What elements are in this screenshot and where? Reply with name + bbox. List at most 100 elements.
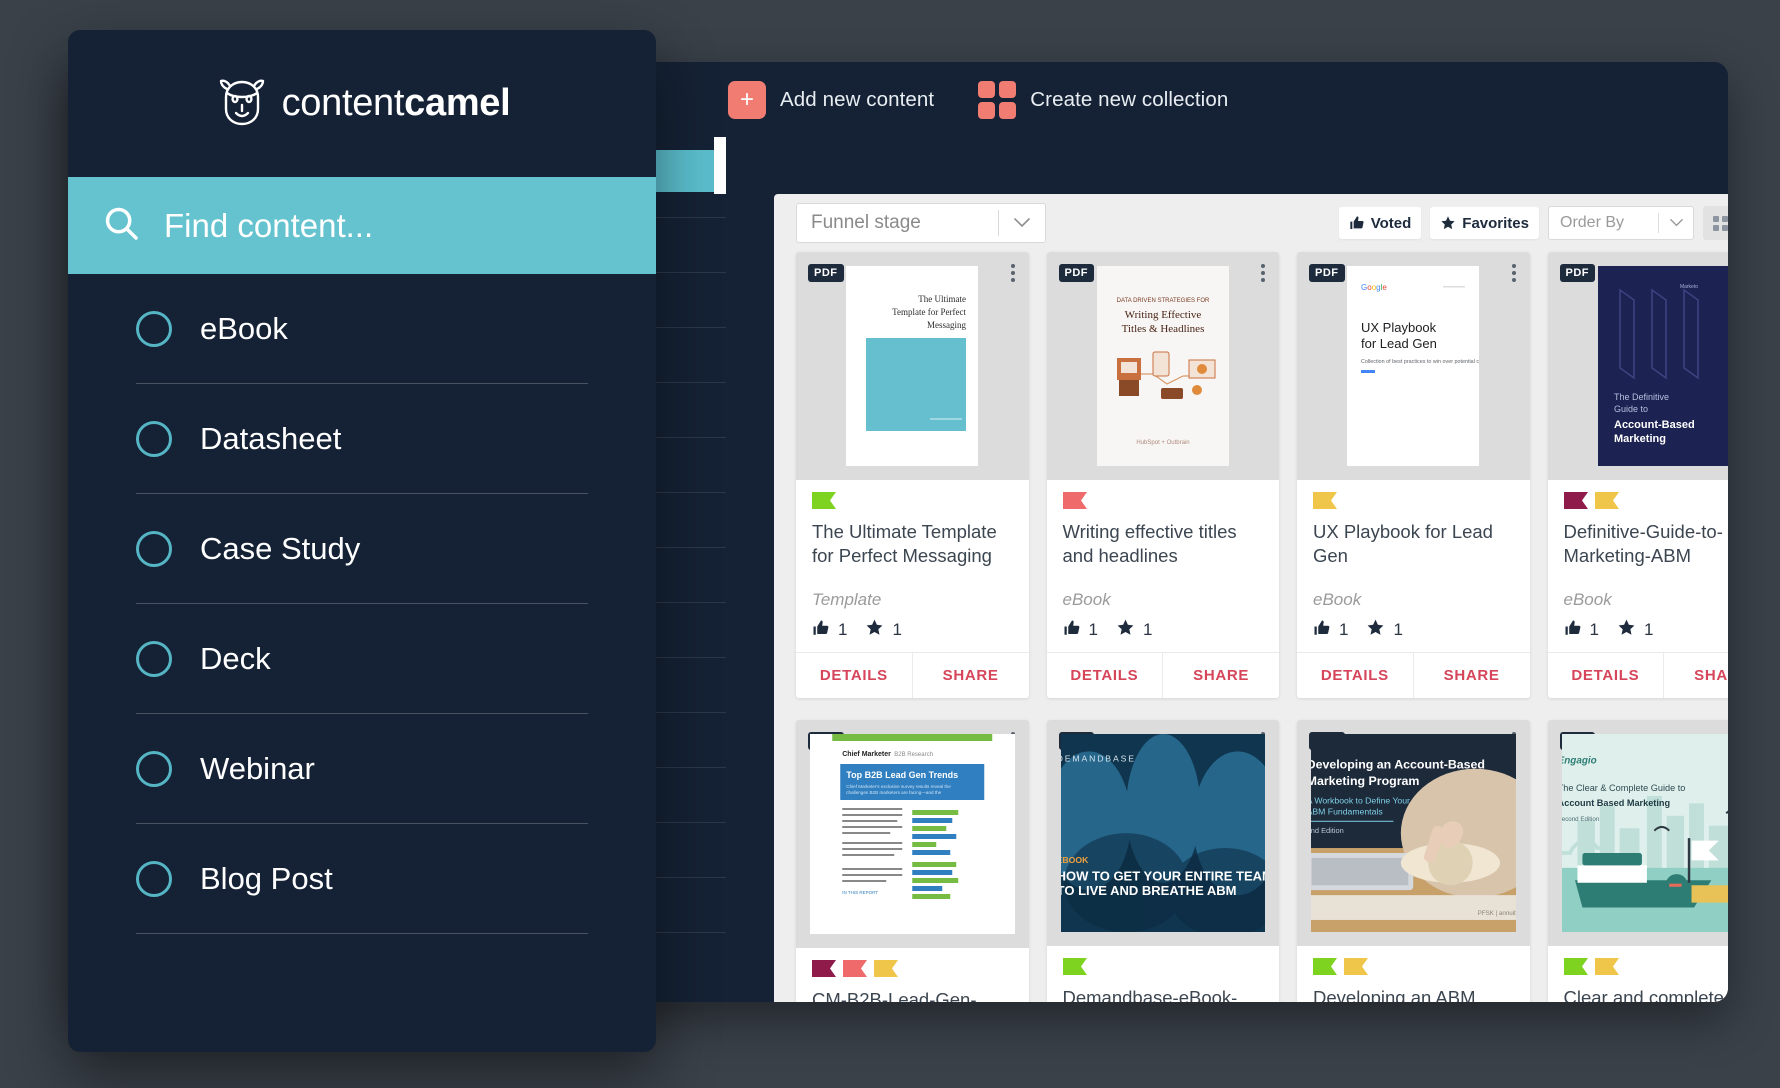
card-title: Definitive-Guide-to-Marketing-ABM — [1563, 521, 1723, 566]
content-card[interactable]: PDFDEMANDBASEEBOOKHOW TO GET YOUR ENTIRE… — [1046, 720, 1280, 1002]
content-card[interactable]: PDFDeveloping an Account-BasedMarketing … — [1297, 720, 1530, 1002]
svg-text:HOW TO GET YOUR ENTIRE TEAM: HOW TO GET YOUR ENTIRE TEAM — [1061, 868, 1266, 883]
svg-text:ABM Fundamentals: ABM Fundamentals — [1311, 807, 1383, 817]
svg-text:IN THIS REPORT: IN THIS REPORT — [842, 890, 878, 895]
thumbs-up-icon — [1063, 619, 1081, 642]
card-body: Clear and complete — [1548, 946, 1729, 1002]
search-input[interactable]: Find content... — [68, 177, 656, 274]
card-body: Developing an ABM — [1297, 946, 1530, 1002]
content-type-list: eBook Datasheet Case Study Deck Webinar Blog … — [68, 274, 656, 934]
create-new-collection-button[interactable]: Create new collection — [978, 80, 1228, 119]
content-type-filter-overlay: contentcamel Find content... eBook Datash… — [68, 30, 656, 1052]
card-favorites-count: 1 — [1643, 620, 1654, 639]
favorites-filter-button[interactable]: Favorites — [1430, 207, 1539, 239]
card-tag-flags — [1062, 492, 1264, 509]
share-button[interactable]: SHARE — [912, 653, 1029, 698]
svg-text:A Workbook to Define Your: A Workbook to Define Your — [1311, 795, 1410, 805]
svg-text:Account-Based: Account-Based — [1614, 419, 1695, 431]
card-footer: DETAILSSHARE — [1297, 652, 1530, 698]
card-body: Demandbase-eBook- — [1047, 946, 1280, 1002]
content-card[interactable]: PDFChief MarketerB2B ResearchTop B2B Lea… — [796, 720, 1029, 1002]
tag-flag-icon — [1062, 492, 1087, 509]
order-by-select[interactable]: Order By — [1548, 206, 1694, 240]
radio-circle-icon[interactable] — [136, 420, 172, 457]
svg-text:HubSpot + Outbrain: HubSpot + Outbrain — [1136, 440, 1189, 446]
card-thumbnail-area: PDF DATA DRIVEN STRATEGIES FOR Writing Eff… — [1046, 252, 1279, 480]
voted-filter-button[interactable]: Voted — [1338, 207, 1422, 239]
content-card[interactable]: PDF DATA DRIVEN STRATEGIES FOR Writing Eff… — [1046, 252, 1279, 698]
more-vertical-icon[interactable] — [1261, 264, 1265, 282]
svg-text:Developing an Account-Based: Developing an Account-Based — [1311, 758, 1485, 772]
search-placeholder: Find content... — [164, 206, 374, 244]
card-title: CM-B2B-Lead-Gen- — [812, 989, 977, 1002]
radio-circle-icon[interactable] — [136, 750, 172, 787]
brand-wordmark: contentcamel — [282, 82, 511, 125]
chevron-down-icon — [1659, 219, 1693, 227]
card-content-type: Template — [812, 590, 882, 609]
card-tag-flags — [1563, 492, 1729, 509]
file-type-badge: PDF — [1058, 264, 1094, 282]
details-button[interactable]: DETAILS — [1046, 653, 1164, 698]
share-button[interactable]: SHARE — [1413, 653, 1530, 698]
svg-text:TO LIVE AND BREATHE ABM: TO LIVE AND BREATHE ABM — [1061, 883, 1236, 898]
grid-squares-icon — [978, 80, 1017, 119]
card-favorites: 1 — [1116, 618, 1152, 642]
add-new-content-label: Add new content — [780, 87, 935, 111]
content-card[interactable]: PDFEngagioThe Clear & Complete Guide toA… — [1547, 720, 1729, 1002]
sidebar-item-ebook[interactable]: eBook — [136, 274, 588, 384]
content-panel: Funnel stage Voted Favorites Order By PD… — [774, 194, 1728, 1002]
add-new-content-button[interactable]: + Add new content — [728, 80, 935, 119]
radio-circle-icon[interactable] — [136, 640, 172, 677]
share-button[interactable]: SHARE — [1664, 653, 1728, 698]
radio-circle-icon[interactable] — [136, 860, 172, 897]
sidebar-item-case-study[interactable]: Case Study — [136, 494, 588, 604]
sidebar-item-label: Blog Post — [200, 860, 333, 896]
more-vertical-icon[interactable] — [1511, 264, 1516, 282]
details-button[interactable]: DETAILS — [1297, 653, 1414, 698]
radio-circle-icon[interactable] — [136, 530, 172, 567]
sidebar-item-deck[interactable]: Deck — [136, 604, 588, 714]
tag-flag-icon — [812, 960, 836, 977]
svg-text:Titles & Headlines: Titles & Headlines — [1121, 323, 1204, 335]
funnel-stage-value: Funnel stage — [811, 212, 921, 233]
brand-logo: contentcamel — [68, 30, 656, 177]
file-type-badge: PDF — [808, 264, 844, 282]
card-body: UX Playbook for Lead Gen eBook 1 1 — [1297, 480, 1530, 652]
card-title: Clear and complete — [1563, 987, 1724, 1002]
card-thumbnail-area: PDF Marketo The Definitive Guide to Account-… — [1547, 252, 1728, 480]
content-card[interactable]: PDF Google UX Playbook for Lead Gen Collecti… — [1297, 252, 1530, 698]
content-card[interactable]: PDF Marketo The Definitive Guide to Account-… — [1547, 252, 1729, 698]
camel-logo-icon — [214, 74, 270, 133]
svg-text:Account Based Marketing: Account Based Marketing — [1562, 798, 1670, 808]
more-vertical-icon[interactable] — [1010, 264, 1015, 282]
svg-text:Guide to: Guide to — [1614, 404, 1648, 414]
star-icon — [1440, 215, 1456, 231]
card-content-type: eBook — [1563, 590, 1612, 609]
svg-text:Marketo: Marketo — [1680, 284, 1698, 290]
sidebar-item-webinar[interactable]: Webinar — [136, 714, 588, 824]
tag-flag-icon — [1563, 492, 1588, 509]
funnel-stage-select[interactable]: Funnel stage — [796, 203, 1046, 243]
svg-text:2nd Edition: 2nd Edition — [1311, 826, 1344, 835]
sidebar-item-datasheet[interactable]: Datasheet — [136, 384, 588, 494]
radio-circle-icon[interactable] — [136, 310, 172, 347]
content-card[interactable]: PDF The Ultimate Template for Perfect Messa… — [796, 252, 1029, 698]
svg-text:B2B Research: B2B Research — [894, 752, 933, 758]
star-icon — [865, 618, 884, 642]
details-button[interactable]: DETAILS — [1547, 653, 1665, 698]
card-votes: 1 — [1063, 619, 1098, 642]
document-thumbnail-writing-titles: DATA DRIVEN STRATEGIES FOR Writing Effect… — [1096, 266, 1229, 466]
card-tag-flags — [1313, 492, 1514, 509]
sidebar-item-blog-post[interactable]: Blog Post — [136, 824, 588, 934]
grid-view-icon[interactable] — [1703, 206, 1728, 240]
star-icon — [1116, 618, 1135, 642]
svg-text:Engagio: Engagio — [1562, 756, 1597, 767]
svg-text:Writing Effective: Writing Effective — [1124, 309, 1201, 321]
document-thumbnail-demandbase: DEMANDBASE EBOOK HOW TO GET YOUR ENTIRE TE… — [1060, 734, 1266, 933]
plus-icon: + — [728, 80, 766, 119]
share-button[interactable]: SHARE — [1163, 653, 1279, 698]
card-tag-flags — [1313, 958, 1514, 976]
tag-flag-icon — [1344, 958, 1368, 976]
thumbs-up-icon — [1564, 619, 1582, 642]
details-button[interactable]: DETAILS — [796, 653, 913, 698]
